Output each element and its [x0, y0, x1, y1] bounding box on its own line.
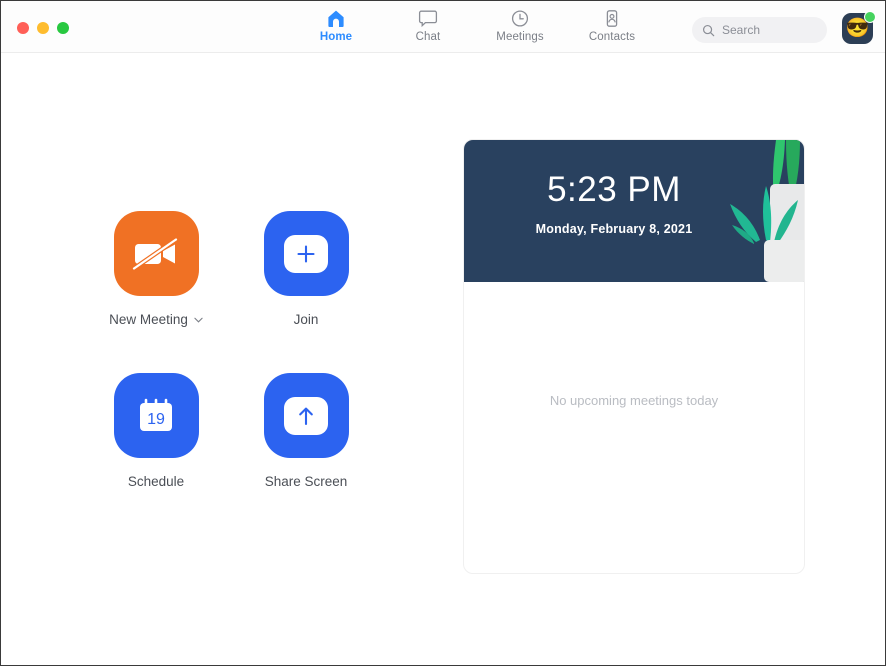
window-controls	[17, 22, 69, 34]
nav-tab-meetings-label: Meetings	[496, 31, 544, 43]
status-badge	[864, 11, 876, 23]
join-button[interactable]: Join	[253, 211, 359, 327]
search-icon	[702, 24, 715, 36]
schedule-button[interactable]: 19 Schedule	[103, 373, 209, 489]
share-screen-icon-tile	[263, 373, 349, 458]
nav-tab-contacts-label: Contacts	[588, 31, 636, 43]
calendar-day: 19	[147, 411, 165, 428]
clock-banner: 5:23 PM Monday, February 8, 2021	[464, 140, 804, 282]
new-meeting-icon-tile	[113, 211, 199, 296]
minimize-window-button[interactable]	[37, 22, 49, 34]
share-screen-button[interactable]: Share Screen	[253, 373, 359, 489]
current-time: 5:23 PM	[547, 170, 681, 209]
home-icon	[326, 7, 346, 29]
new-meeting-label: New Meeting	[109, 312, 188, 327]
nav-tab-chat[interactable]: Chat	[398, 7, 458, 43]
contact-icon	[602, 7, 622, 29]
share-screen-label: Share Screen	[264, 474, 348, 489]
avatar[interactable]: 😎	[842, 11, 876, 46]
calendar-icon: 19	[140, 398, 172, 431]
title-bar: Home Chat Meetings Contacts Search 😎	[1, 1, 885, 53]
join-label-row: Join	[294, 312, 319, 327]
main-navigation: Home Chat Meetings Contacts	[306, 7, 642, 43]
schedule-label-row: Schedule	[128, 474, 184, 489]
chevron-down-icon[interactable]	[194, 317, 203, 323]
clock-icon	[510, 7, 530, 29]
arrow-up-icon	[299, 407, 313, 425]
schedule-icon-tile: 19	[113, 373, 199, 458]
join-inner-square	[284, 234, 328, 273]
action-tiles: New Meeting Join 19 Schedule Share Scree…	[103, 211, 383, 489]
search-input[interactable]: Search	[692, 17, 827, 43]
action-tiles-row-1: New Meeting Join	[103, 211, 383, 327]
maximize-window-button[interactable]	[57, 22, 69, 34]
join-icon-tile	[263, 211, 349, 296]
upcoming-meetings-card: 5:23 PM Monday, February 8, 2021 No upco…	[463, 139, 805, 574]
new-meeting-button[interactable]: New Meeting	[103, 211, 209, 327]
nav-tab-contacts[interactable]: Contacts	[582, 7, 642, 43]
nav-tab-home[interactable]: Home	[306, 7, 366, 43]
video-off-icon	[131, 236, 179, 271]
share-screen-inner-square	[284, 396, 328, 435]
action-tiles-row-2: 19 Schedule Share Screen	[103, 373, 383, 489]
empty-state-message: No upcoming meetings today	[549, 393, 719, 408]
new-meeting-label-row: New Meeting	[109, 312, 203, 327]
zoom-app-window: Home Chat Meetings Contacts Search 😎 New…	[0, 0, 886, 666]
share-screen-label-row: Share Screen	[265, 474, 348, 489]
nav-tab-home-label: Home	[319, 31, 353, 43]
plant-illustration	[730, 140, 804, 282]
nav-tab-meetings[interactable]: Meetings	[490, 7, 550, 43]
current-date: Monday, February 8, 2021	[535, 222, 693, 236]
join-label: Join	[293, 312, 319, 327]
close-window-button[interactable]	[17, 22, 29, 34]
plus-icon	[297, 244, 315, 263]
chat-icon	[418, 7, 438, 29]
schedule-label: Schedule	[127, 474, 185, 489]
nav-tab-chat-label: Chat	[415, 31, 441, 43]
home-content: New Meeting Join 19 Schedule Share Scree…	[1, 54, 885, 665]
search-placeholder: Search	[722, 23, 761, 37]
